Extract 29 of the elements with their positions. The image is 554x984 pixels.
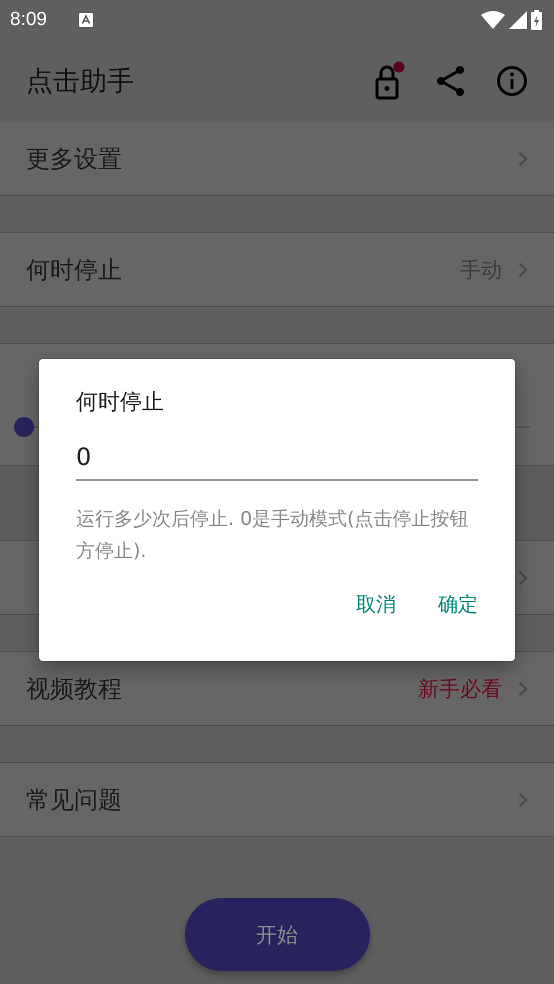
clock: 8:09: [10, 9, 47, 31]
notification-icon: [78, 13, 93, 27]
row-label: 视频教程: [26, 674, 122, 704]
app-title: 点击助手: [26, 65, 134, 99]
chevron-icon: [518, 262, 528, 278]
dialog-title: 何时停止: [76, 389, 165, 417]
settings-row[interactable]: 常见问题: [0, 763, 554, 837]
chevron-icon: [518, 680, 528, 696]
signal-icon: [509, 11, 527, 29]
help-text: 运行多少次后停止. 0是手动模式(点击停止按钮方停止).: [76, 507, 470, 564]
share-icon[interactable]: [436, 65, 466, 97]
start-button[interactable]: 开始: [184, 898, 370, 971]
row-label: 更多设置: [26, 144, 122, 174]
settings-row[interactable]: 更多设置: [0, 122, 554, 196]
row-label: 常见问题: [26, 784, 122, 816]
input-field[interactable]: 0: [76, 439, 478, 481]
chevron-icon: [518, 150, 528, 166]
chevron-icon: [518, 570, 528, 586]
dialog-button[interactable]: 取消: [344, 583, 408, 626]
dialog-button[interactable]: 确定: [426, 583, 490, 626]
chevron-icon: [518, 792, 528, 808]
info-icon[interactable]: [496, 65, 528, 97]
battery-icon: [531, 10, 542, 30]
wifi-icon: [481, 11, 505, 29]
slider-thumb[interactable]: [14, 417, 34, 437]
settings-row[interactable]: 视频教程 新手必看: [0, 652, 554, 726]
row-value: 新手必看: [418, 676, 502, 702]
row-label: 何时停止: [26, 254, 122, 286]
lock-icon[interactable]: [374, 61, 406, 101]
